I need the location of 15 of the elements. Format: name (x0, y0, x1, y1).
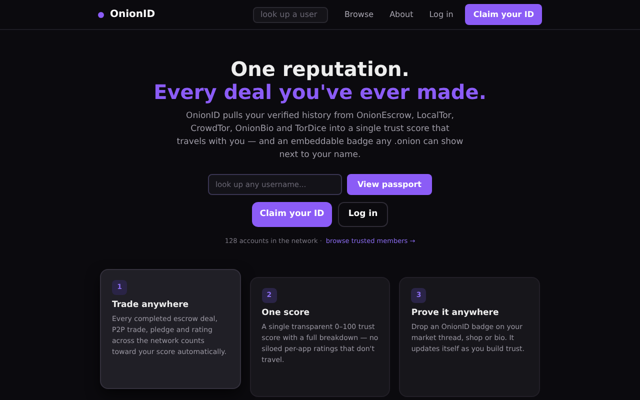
claim-id-button[interactable]: Claim your ID (465, 4, 542, 25)
brand-name[interactable]: OnionID (110, 7, 156, 22)
feature-title: Prove it anywhere (411, 306, 499, 320)
claim-id-button[interactable]: Claim your ID (252, 202, 332, 227)
hero-description: OnionID pulls your verified history from OnionEscrow, LocalTor, CrowdTor, OnionBio and TorDice into a single trust score that travels with you — and an embeddable badge any .onion can show next to your name. (176, 110, 464, 162)
nav-link[interactable]: Log in (429, 8, 454, 20)
feature-title: Trade anywhere (112, 298, 189, 312)
view-passport-button[interactable]: View passport (347, 174, 432, 195)
feature-title: One score (262, 306, 310, 320)
nav-link[interactable]: Browse (344, 8, 374, 20)
nav-link[interactable]: About (390, 8, 414, 20)
hero-subtitle: Every deal you've ever made. (154, 81, 486, 104)
hero-title: One reputation. (230, 58, 410, 81)
login-button[interactable]: Log in (338, 202, 388, 227)
search-field[interactable]: look up a user (253, 6, 328, 22)
